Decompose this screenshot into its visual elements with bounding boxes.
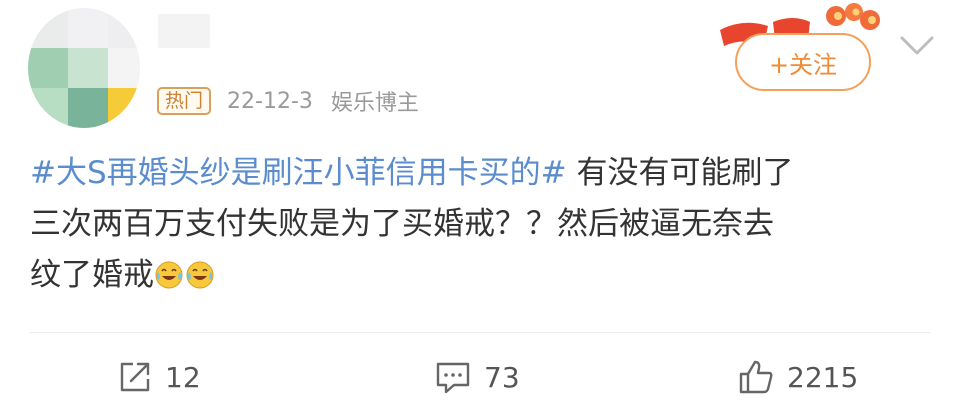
divider — [30, 332, 930, 333]
chevron-down-icon[interactable] — [898, 34, 936, 58]
post-meta: 热门 22-12-3 娱乐博主 — [157, 86, 437, 116]
follow-button[interactable]: +关注 — [735, 33, 871, 91]
post-text-line3: 纹了婚戒 — [30, 257, 154, 293]
user-category: 娱乐博主 — [330, 91, 419, 116]
topic-link[interactable]: #大S再婚头纱是刷汪小菲信用卡买的# — [30, 155, 567, 191]
repost-button[interactable]: 12 — [117, 356, 201, 398]
post-text-line1: 有没有可能刷了 — [576, 155, 794, 191]
share-icon — [120, 362, 150, 392]
laugh-cry-emoji — [155, 261, 183, 289]
like-count: 2215 — [787, 360, 859, 394]
post-date: 22-12-3 — [227, 88, 313, 114]
repost-count: 12 — [165, 360, 201, 394]
avatar[interactable] — [28, 8, 140, 128]
like-icon — [739, 360, 773, 394]
post-text-line2: 三次两百万支付失败是为了买婚戒？？然后被逼无奈去 — [30, 206, 774, 242]
action-bar: 12 73 2215 — [0, 356, 960, 398]
laugh-cry-emoji — [186, 261, 214, 289]
post-text: #大S再婚头纱是刷汪小菲信用卡买的# 有没有可能刷了三次两百万支付失败是为了买婚… — [30, 148, 940, 301]
comment-icon — [436, 362, 470, 394]
username[interactable] — [158, 14, 210, 48]
comment-button[interactable]: 73 — [434, 356, 520, 398]
like-button[interactable]: 2215 — [737, 356, 858, 398]
comment-count: 73 — [484, 360, 520, 394]
hot-badge: 热门 — [157, 87, 212, 115]
